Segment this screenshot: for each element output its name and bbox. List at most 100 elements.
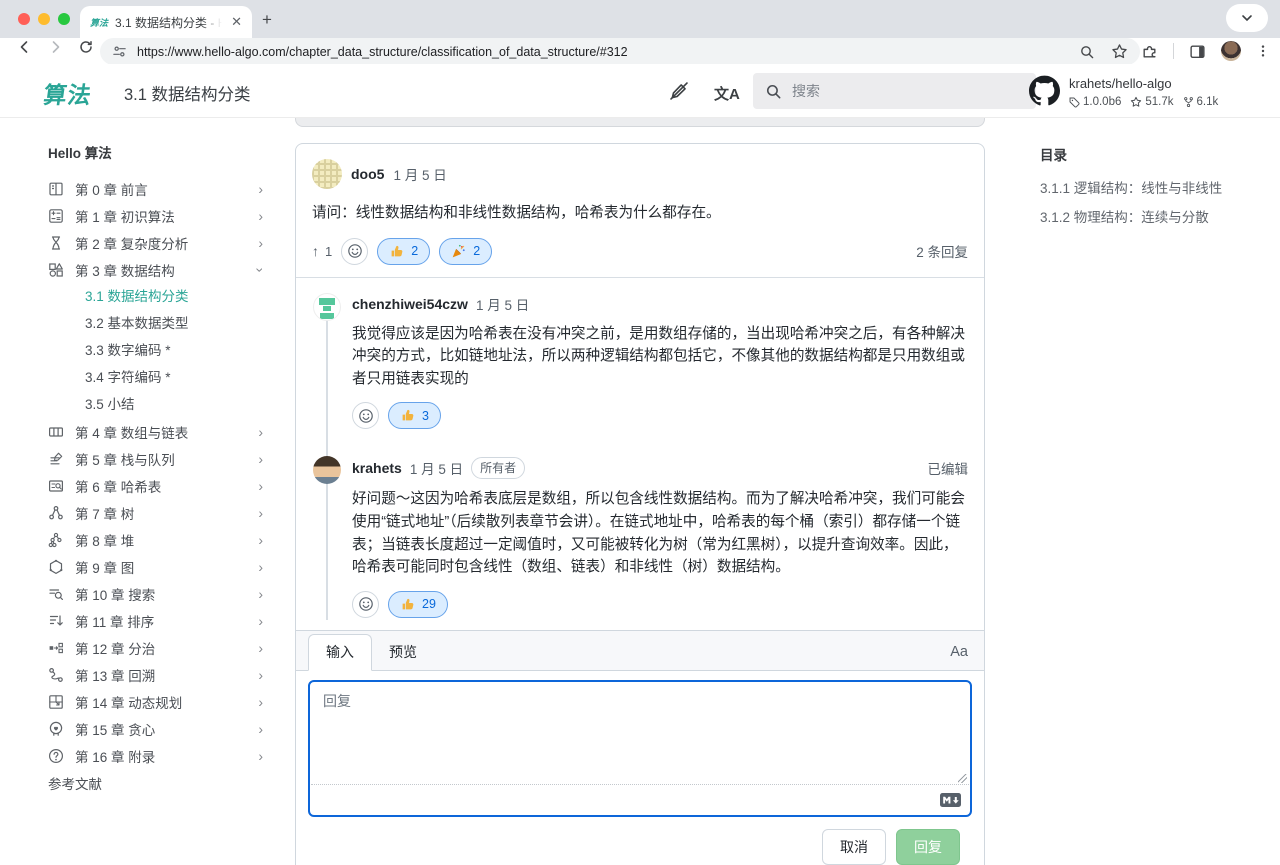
add-reaction-button[interactable] bbox=[352, 591, 379, 618]
sidebar-item-chapter-6[interactable]: 第 6 章 哈希表› bbox=[48, 472, 263, 499]
language-toggle-button[interactable]: 文A bbox=[714, 83, 740, 104]
url-text[interactable]: https://www.hello-algo.com/chapter_data_… bbox=[137, 45, 1069, 59]
chevron-right-icon: › bbox=[258, 559, 263, 575]
comment-author[interactable]: doo5 bbox=[351, 166, 384, 182]
add-reaction-button[interactable] bbox=[352, 402, 379, 429]
extensions-icon[interactable] bbox=[1141, 43, 1158, 60]
search-list-icon bbox=[48, 586, 64, 602]
zoom-icon[interactable] bbox=[1079, 44, 1095, 60]
toc-item-3-1-1[interactable]: 3.1.1 逻辑结构：线性与非线性 bbox=[1040, 174, 1222, 203]
reply-input-box: 回复 bbox=[308, 680, 972, 817]
comment-date[interactable]: 1 月 5 日 bbox=[393, 164, 446, 184]
chevron-right-icon: › bbox=[258, 424, 263, 440]
reply-item: chenzhiwei54czw 1 月 5 日 我觉得应该是因为哈希表在没有冲突… bbox=[296, 278, 984, 442]
browser-navbar: https://www.hello-algo.com/chapter_data_… bbox=[0, 38, 1280, 64]
repo-forks: 6.1k bbox=[1197, 96, 1219, 108]
reply-submit-button[interactable]: 回复 bbox=[896, 829, 960, 865]
reply-date[interactable]: 1 月 5 日 bbox=[476, 294, 529, 314]
resize-handle-icon[interactable] bbox=[958, 774, 967, 783]
chevron-right-icon: › bbox=[258, 721, 263, 737]
theme-toggle-button[interactable] bbox=[668, 80, 690, 102]
array-icon bbox=[48, 424, 64, 440]
reply-body: 好问题～这因为哈希表底层是数组，所以包含线性数据结构。而为了解决哈希冲突，我们可… bbox=[352, 488, 968, 578]
reply-author[interactable]: krahets bbox=[352, 460, 402, 476]
reply-author[interactable]: chenzhiwei54czw bbox=[352, 296, 468, 312]
text-size-icon[interactable]: Aa bbox=[950, 644, 968, 660]
chevron-right-icon: › bbox=[258, 532, 263, 548]
site-favicon: 算法 bbox=[90, 16, 108, 29]
sidebar-item-3-1[interactable]: 3.1 数据结构分类 bbox=[48, 283, 263, 310]
sidebar-item-chapter-5[interactable]: 第 5 章 栈与队列› bbox=[48, 445, 263, 472]
sidebar-item-chapter-1[interactable]: 第 1 章 初识算法› bbox=[48, 202, 263, 229]
chevron-right-icon: › bbox=[258, 613, 263, 629]
sidebar-item-chapter-0[interactable]: 第 0 章 前言› bbox=[48, 175, 263, 202]
sidebar-item-chapter-14[interactable]: 第 14 章 动态规划› bbox=[48, 688, 263, 715]
sidebar-item-references[interactable]: 参考文献 bbox=[48, 771, 263, 798]
reply-textarea[interactable]: 回复 bbox=[310, 682, 970, 784]
chevron-right-icon: › bbox=[258, 748, 263, 764]
refresh-button[interactable] bbox=[78, 39, 94, 55]
sidebar-item-chapter-3[interactable]: 第 3 章 数据结构› bbox=[48, 256, 263, 283]
avatar[interactable] bbox=[312, 159, 342, 189]
reaction-thumbs-up[interactable]: 3 bbox=[388, 402, 441, 429]
reply-date[interactable]: 1 月 5 日 bbox=[410, 458, 463, 478]
comment-main: doo5 1 月 5 日 请问：线性数据结构和非线性数据结构，哈希表为什么都存在… bbox=[296, 144, 984, 277]
tab-close-icon[interactable]: ✕ bbox=[229, 14, 244, 30]
chevron-right-icon: › bbox=[258, 478, 263, 494]
reaction-party[interactable]: 2 bbox=[439, 238, 492, 265]
sidebar-item-3-3[interactable]: 3.3 数字编码 * bbox=[48, 337, 263, 364]
address-bar[interactable]: https://www.hello-algo.com/chapter_data_… bbox=[100, 38, 1140, 65]
sidebar-item-chapter-13[interactable]: 第 13 章 回溯› bbox=[48, 661, 263, 688]
toolbar-collapse-button[interactable] bbox=[1226, 4, 1268, 32]
sidebar-item-3-5[interactable]: 3.5 小结 bbox=[48, 391, 263, 418]
chevron-right-icon: › bbox=[258, 667, 263, 683]
site-logo[interactable]: 算法 bbox=[42, 76, 95, 110]
reaction-thumbs-up[interactable]: 29 bbox=[388, 591, 448, 618]
sidebar-item-chapter-9[interactable]: 第 9 章 图› bbox=[48, 553, 263, 580]
comment-body: 请问：线性数据结构和非线性数据结构，哈希表为什么都存在。 bbox=[312, 202, 968, 225]
site-settings-icon[interactable] bbox=[112, 44, 127, 59]
close-window-button[interactable] bbox=[18, 13, 30, 25]
sidebar-item-chapter-12[interactable]: 第 12 章 分治› bbox=[48, 634, 263, 661]
sidebar-item-chapter-16[interactable]: 第 16 章 附录› bbox=[48, 742, 263, 769]
browser-menu-icon[interactable] bbox=[1256, 43, 1270, 59]
hash-table-icon bbox=[48, 478, 64, 494]
repo-widget[interactable]: krahets/hello-algo 1.0.0b6 51.7k 6.1k bbox=[1029, 75, 1218, 108]
cancel-button[interactable]: 取消 bbox=[822, 829, 886, 865]
bookmark-star-icon[interactable] bbox=[1111, 43, 1128, 60]
reaction-count: 2 bbox=[473, 244, 480, 258]
add-reaction-button[interactable] bbox=[341, 238, 368, 265]
tab-write[interactable]: 输入 bbox=[308, 634, 372, 671]
sidebar-item-chapter-8[interactable]: 第 8 章 堆› bbox=[48, 526, 263, 553]
maximize-window-button[interactable] bbox=[58, 13, 70, 25]
sidebar-item-chapter-11[interactable]: 第 11 章 排序› bbox=[48, 607, 263, 634]
new-tab-button[interactable]: + bbox=[262, 10, 272, 30]
replies-thread: chenzhiwei54czw 1 月 5 日 我觉得应该是因为哈希表在没有冲突… bbox=[296, 277, 984, 630]
sidebar-item-chapter-4[interactable]: 第 4 章 数组与链表› bbox=[48, 418, 263, 445]
side-panel-icon[interactable] bbox=[1189, 43, 1206, 60]
book-icon bbox=[48, 181, 64, 197]
search-input[interactable]: 搜索 bbox=[753, 73, 1036, 109]
upvote-button[interactable]: ↑ 1 bbox=[312, 243, 332, 259]
avatar[interactable] bbox=[313, 293, 341, 321]
toc-item-3-1-2[interactable]: 3.1.2 物理结构：连续与分散 bbox=[1040, 203, 1222, 232]
markdown-icon[interactable] bbox=[940, 793, 961, 807]
sidebar-item-chapter-2[interactable]: 第 2 章 复杂度分析› bbox=[48, 229, 263, 256]
editor-divider bbox=[311, 784, 969, 785]
reaction-thumbs-up[interactable]: 2 bbox=[377, 238, 430, 265]
sidebar-item-chapter-10[interactable]: 第 10 章 搜索› bbox=[48, 580, 263, 607]
tab-preview[interactable]: 预览 bbox=[372, 635, 434, 670]
sidebar-item-chapter-15[interactable]: 第 15 章 贪心› bbox=[48, 715, 263, 742]
sidebar-item-3-4[interactable]: 3.4 字符编码 * bbox=[48, 364, 263, 391]
reaction-count: 3 bbox=[422, 409, 429, 423]
sidebar-item-chapter-7[interactable]: 第 7 章 树› bbox=[48, 499, 263, 526]
back-button[interactable] bbox=[16, 39, 32, 55]
sidebar-item-3-2[interactable]: 3.2 基本数据类型 bbox=[48, 310, 263, 337]
avatar[interactable] bbox=[313, 456, 341, 484]
tag-icon bbox=[1069, 97, 1080, 108]
browser-tab[interactable]: 算法 3.1 数据结构分类 - Hello 算法 ✕ bbox=[80, 6, 252, 38]
minimize-window-button[interactable] bbox=[38, 13, 50, 25]
fork-icon bbox=[1183, 96, 1194, 108]
browser-profile-avatar[interactable] bbox=[1221, 41, 1241, 61]
forward-button[interactable] bbox=[48, 39, 64, 55]
